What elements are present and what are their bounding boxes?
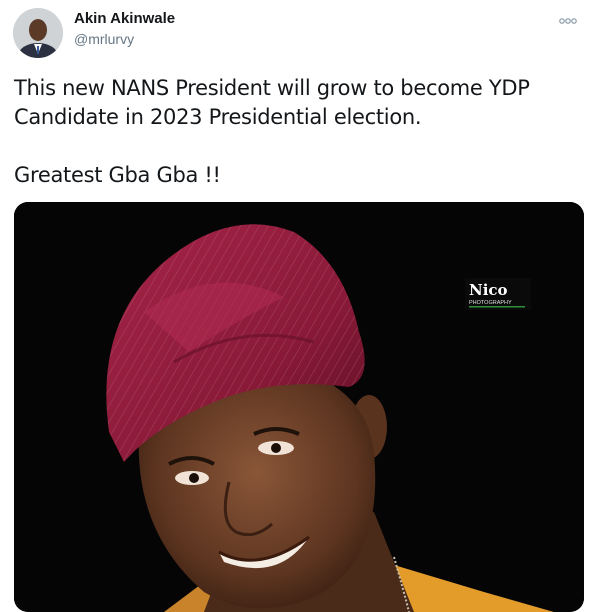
author-block: Akin Akinwale @mrlurvy xyxy=(74,10,175,48)
author-handle[interactable]: @mrlurvy xyxy=(74,30,175,48)
watermark-logo: Nico xyxy=(469,281,508,299)
portrait-photo xyxy=(14,202,584,612)
author-display-name[interactable]: Akin Akinwale xyxy=(74,10,175,28)
avatar-photo xyxy=(13,8,63,58)
photographer-watermark: Nico PHOTOGRAPHY xyxy=(465,275,531,313)
author-avatar[interactable] xyxy=(13,8,63,58)
tweet-text-line-2: Candidate in 2023 Presidential election. xyxy=(14,105,422,129)
more-options-icon[interactable] xyxy=(558,14,578,26)
tweet-media-photo[interactable]: Nico PHOTOGRAPHY xyxy=(14,202,584,612)
tweet-text: This new NANS President will grow to bec… xyxy=(14,74,574,190)
watermark-subtitle: PHOTOGRAPHY xyxy=(469,300,512,306)
tweet-text-closing: Greatest Gba Gba !! xyxy=(14,163,221,187)
tweet-card: Akin Akinwale @mrlurvy This new NANS Pre… xyxy=(0,0,590,612)
tweet-text-line-1: This new NANS President will grow to bec… xyxy=(14,76,530,100)
